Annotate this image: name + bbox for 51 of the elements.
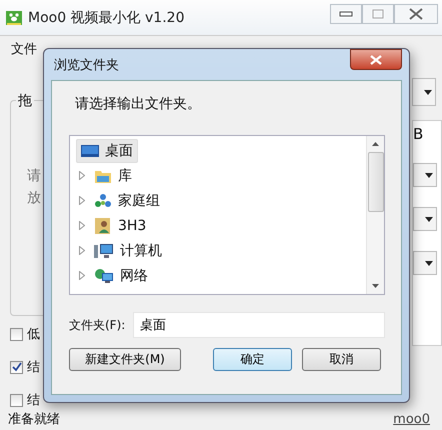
field-label: 文件夹(F): bbox=[69, 316, 125, 334]
link[interactable]: moo0 bbox=[393, 412, 430, 426]
caret-icon bbox=[424, 90, 432, 94]
circles-icon bbox=[94, 192, 112, 208]
user-folder-icon bbox=[94, 216, 112, 234]
hint-text: 请 bbox=[27, 167, 42, 185]
window-title: Moo0 视频最小化 v1.20 bbox=[28, 8, 184, 26]
checkbox[interactable] bbox=[10, 328, 23, 340]
tree-item[interactable]: 网络 bbox=[89, 264, 153, 288]
minimize-icon bbox=[339, 10, 353, 18]
checkbox-label: 结 bbox=[27, 392, 40, 408]
tree-item[interactable]: 计算机 bbox=[89, 238, 167, 262]
status-text: 准备就绪 bbox=[8, 411, 60, 428]
maximize-icon bbox=[372, 9, 384, 19]
scrollbar[interactable] bbox=[366, 136, 384, 294]
caret-icon bbox=[425, 260, 433, 266]
caret-icon bbox=[425, 172, 433, 178]
close-icon bbox=[369, 54, 383, 64]
checkbox-label: 低 bbox=[27, 326, 40, 343]
menu-item[interactable]: 文件 bbox=[9, 38, 39, 60]
minimize-button[interactable] bbox=[330, 4, 362, 24]
monitor-icon bbox=[81, 144, 99, 158]
close-button[interactable] bbox=[394, 4, 438, 24]
dialog-button[interactable]: 取消 bbox=[302, 348, 381, 371]
checkbox-label: 结 bbox=[27, 359, 40, 376]
paw-icon bbox=[6, 10, 22, 26]
folder-field[interactable]: 桌面 bbox=[133, 312, 385, 338]
tree-item[interactable]: 库 bbox=[89, 164, 137, 188]
checkbox[interactable] bbox=[10, 394, 23, 406]
hint-text: 放 bbox=[27, 189, 42, 207]
group-title: 拖 bbox=[16, 92, 34, 110]
dropdown[interactable] bbox=[413, 207, 437, 231]
tree-item[interactable]: 桌面 bbox=[76, 138, 138, 162]
dialog-title: 浏览文件夹 bbox=[53, 56, 119, 74]
computer-icon bbox=[94, 242, 114, 258]
up-arrow-icon bbox=[372, 142, 379, 146]
dialog-button[interactable]: 新建文件夹(M) bbox=[69, 348, 181, 371]
label-text: B bbox=[413, 125, 424, 143]
close-icon bbox=[408, 8, 424, 20]
checkbox[interactable] bbox=[10, 360, 23, 374]
tree-item[interactable]: 家庭组 bbox=[89, 188, 165, 212]
dropdown[interactable] bbox=[412, 78, 436, 106]
globe-monitor-icon bbox=[94, 268, 114, 284]
prompt-text: 请选择输出文件夹。 bbox=[74, 95, 202, 114]
dialog-button[interactable]: 确定 bbox=[213, 348, 292, 371]
tree-item[interactable]: 3H3 bbox=[89, 214, 152, 238]
close-button[interactable] bbox=[350, 49, 402, 70]
dropdown[interactable] bbox=[413, 163, 437, 187]
down-arrow-icon bbox=[372, 284, 379, 288]
dropdown[interactable] bbox=[413, 251, 437, 275]
caret-icon bbox=[425, 216, 433, 222]
